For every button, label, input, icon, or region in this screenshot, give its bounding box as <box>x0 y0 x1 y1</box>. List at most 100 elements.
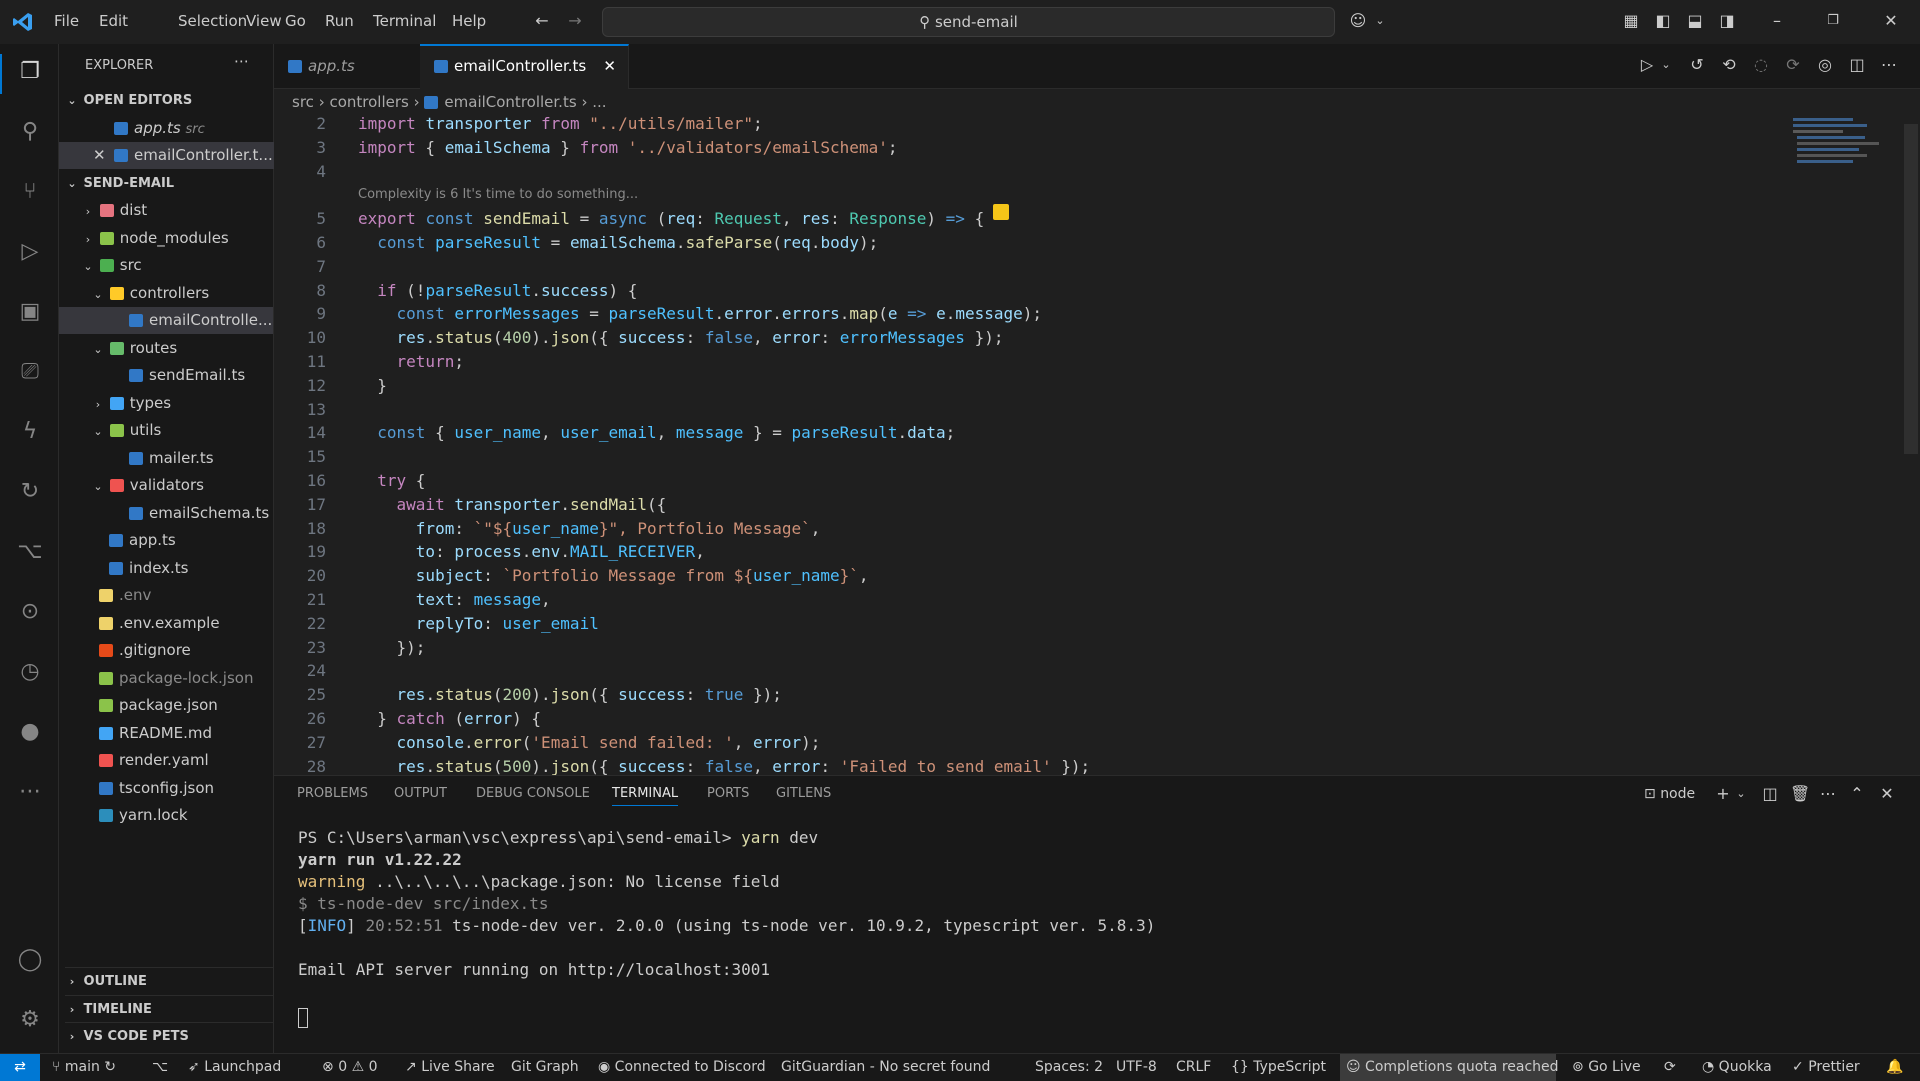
tree-item-controllers[interactable]: ⌄ controllers <box>59 280 273 307</box>
tree-item-src[interactable]: ⌄ src <box>59 252 273 279</box>
more-views-icon[interactable]: ⋯ <box>16 778 44 806</box>
tree-item-app-ts[interactable]: app.ts <box>59 527 273 554</box>
new-terminal-icon[interactable]: + <box>1714 785 1732 803</box>
chevron-down-icon[interactable]: ⌄ <box>1657 56 1675 74</box>
panel-tab-output[interactable]: OUTPUT <box>394 786 447 801</box>
prettier-status[interactable]: ✓ Prettier <box>1792 1059 1860 1075</box>
launchpad-status[interactable]: ➶ Launchpad <box>188 1059 281 1075</box>
more-actions-icon[interactable]: ⋯ <box>1880 56 1898 74</box>
close-tab-icon[interactable]: ✕ <box>603 46 616 87</box>
split-terminal-icon[interactable]: ◫ <box>1761 785 1779 803</box>
menu-file[interactable]: File <box>54 12 79 30</box>
customize-layout-icon[interactable]: ▦ <box>1622 12 1640 30</box>
toggle-sidebar-icon[interactable]: ◧ <box>1654 12 1672 30</box>
tree-item--env[interactable]: .env <box>59 582 273 609</box>
editor-scrollbar[interactable] <box>1904 124 1918 454</box>
breadcrumb-file[interactable]: emailController.ts <box>444 93 576 111</box>
more-actions-icon[interactable]: ⋯ <box>234 52 249 70</box>
tree-item-tsconfig-json[interactable]: tsconfig.json <box>59 775 273 802</box>
tree-item-sendemail-ts[interactable]: sendEmail.ts <box>59 362 273 389</box>
outline-header[interactable]: › OUTLINE <box>65 967 279 995</box>
gitlens-compare-icon[interactable]: ◌ <box>1752 56 1770 74</box>
source-control-icon[interactable]: ⑂ <box>16 178 44 206</box>
manage-gear-icon[interactable]: ⚙ <box>16 1006 44 1034</box>
tree-item-node-modules[interactable]: › node_modules <box>59 225 273 252</box>
code-editor[interactable]: 2 import transporter from "../utils/maile… <box>274 114 1920 776</box>
chevron-down-icon[interactable]: ⌄ <box>1732 785 1750 803</box>
tree-item-render-yaml[interactable]: render.yaml <box>59 747 273 774</box>
tree-item-types[interactable]: › types <box>59 390 273 417</box>
discord-status[interactable]: ◉ Connected to Discord <box>598 1059 766 1075</box>
tree-item-package-json[interactable]: package.json <box>59 692 273 719</box>
tree-item--gitignore[interactable]: .gitignore <box>59 637 273 664</box>
kill-terminal-icon[interactable]: 🗑 <box>1790 785 1810 803</box>
live-share-icon[interactable]: ↻ <box>16 478 44 506</box>
notifications-icon[interactable]: 🔔 <box>1886 1059 1903 1075</box>
more-actions-icon[interactable]: ⋯ <box>1819 785 1837 803</box>
gitlens-inspect-icon[interactable]: ◎ <box>1816 56 1834 74</box>
tree-item-package-lock-json[interactable]: package-lock.json <box>59 665 273 692</box>
open-editors-header[interactable]: ⌄ OPEN EDITORS <box>65 87 279 114</box>
restore-icon[interactable]: ❐ <box>1824 12 1842 30</box>
maximize-panel-icon[interactable]: ⌃ <box>1848 785 1866 803</box>
tree-item-emailschema-ts[interactable]: emailSchema.ts <box>59 500 273 527</box>
complexity-codelens[interactable]: Complexity is 6 It's time to do somethin… <box>358 187 638 202</box>
close-panel-icon[interactable]: ✕ <box>1878 785 1896 803</box>
project-header[interactable]: ⌄ SEND-EMAIL <box>65 170 279 197</box>
tree-item-dist[interactable]: › dist <box>59 197 273 224</box>
sync-status[interactable]: ⟳ <box>1664 1059 1676 1075</box>
gitlens-status[interactable]: ⌥ <box>152 1059 168 1075</box>
remote-indicator[interactable]: ⇄ <box>0 1054 40 1081</box>
terminal-shell-label[interactable]: ⊡ node <box>1644 786 1695 802</box>
tree-item-routes[interactable]: ⌄ routes <box>59 335 273 362</box>
menu-selection[interactable]: Selection <box>178 12 247 30</box>
toggle-secondary-sidebar-icon[interactable]: ◨ <box>1718 12 1736 30</box>
chevron-down-icon[interactable]: ⌄ <box>1371 12 1389 30</box>
toggle-panel-icon[interactable]: ⬓ <box>1686 12 1704 30</box>
next-change-icon[interactable]: ⟳ <box>1784 56 1802 74</box>
menu-help[interactable]: Help <box>452 12 486 30</box>
previous-change-icon[interactable]: ⟲ <box>1720 56 1738 74</box>
menu-go[interactable]: Go <box>285 12 306 30</box>
gitlens-icon[interactable]: ⌥ <box>16 538 44 566</box>
panel-tab-ports[interactable]: PORTS <box>707 786 749 801</box>
indentation-status[interactable]: Spaces: 2 <box>1035 1059 1103 1075</box>
panel-tab-debug-console[interactable]: DEBUG CONSOLE <box>476 786 590 801</box>
eol-status[interactable]: CRLF <box>1176 1059 1211 1075</box>
liveshare-status[interactable]: ↗ Live Share <box>405 1059 495 1075</box>
panel-tab-terminal[interactable]: TERMINAL <box>612 786 679 806</box>
menu-view[interactable]: View <box>246 12 282 30</box>
split-editor-icon[interactable]: ◫ <box>1848 56 1866 74</box>
tree-item--env-example[interactable]: .env.example <box>59 610 273 637</box>
branch-status[interactable]: ⑂ main ↻ <box>52 1059 116 1075</box>
accounts-icon[interactable]: ◯ <box>16 946 44 974</box>
copilot-icon[interactable]: ☺ <box>1349 12 1367 30</box>
tab-app-ts[interactable]: app.ts <box>274 44 435 88</box>
github-icon[interactable]: ● <box>16 718 44 746</box>
tree-item-yarn-lock[interactable]: yarn.lock <box>59 802 273 829</box>
language-status[interactable]: {} TypeScript <box>1231 1059 1326 1075</box>
golive-status[interactable]: ⊚ Go Live <box>1572 1059 1641 1075</box>
open-changes-icon[interactable]: ↺ <box>1688 56 1706 74</box>
timeline-icon[interactable]: ◷ <box>16 658 44 686</box>
panel-tab-gitlens[interactable]: GITLENS <box>776 786 831 801</box>
search-view-icon[interactable]: ⚲ <box>16 118 44 146</box>
forward-arrow-icon[interactable]: → <box>566 12 584 30</box>
git-graph-icon[interactable]: ⊙ <box>16 598 44 626</box>
quokka-status[interactable]: ◔ Quokka <box>1702 1059 1772 1075</box>
run-code-icon[interactable]: ▷ <box>1638 56 1656 74</box>
gitgraph-status[interactable]: Git Graph <box>511 1059 579 1075</box>
minimap[interactable] <box>1789 114 1879 174</box>
breadcrumb-symbol[interactable]: ... <box>592 93 606 111</box>
tree-item-mailer-ts[interactable]: mailer.ts <box>59 445 273 472</box>
encoding-status[interactable]: UTF-8 <box>1116 1059 1157 1075</box>
extensions-icon[interactable]: ▣ <box>16 298 44 326</box>
problems-status[interactable]: ⊗ 0 ⚠ 0 <box>322 1059 378 1075</box>
panel-tab-problems[interactable]: PROBLEMS <box>297 786 368 801</box>
explorer-icon[interactable]: ❐ <box>16 58 44 86</box>
tree-item-readme-md[interactable]: README.md <box>59 720 273 747</box>
run-debug-icon[interactable]: ▷ <box>16 238 44 266</box>
lightbulb-icon[interactable] <box>993 204 1009 220</box>
tab-emailcontroller-ts[interactable]: emailController.ts ✕ <box>420 44 629 89</box>
menu-run[interactable]: Run <box>325 12 354 30</box>
